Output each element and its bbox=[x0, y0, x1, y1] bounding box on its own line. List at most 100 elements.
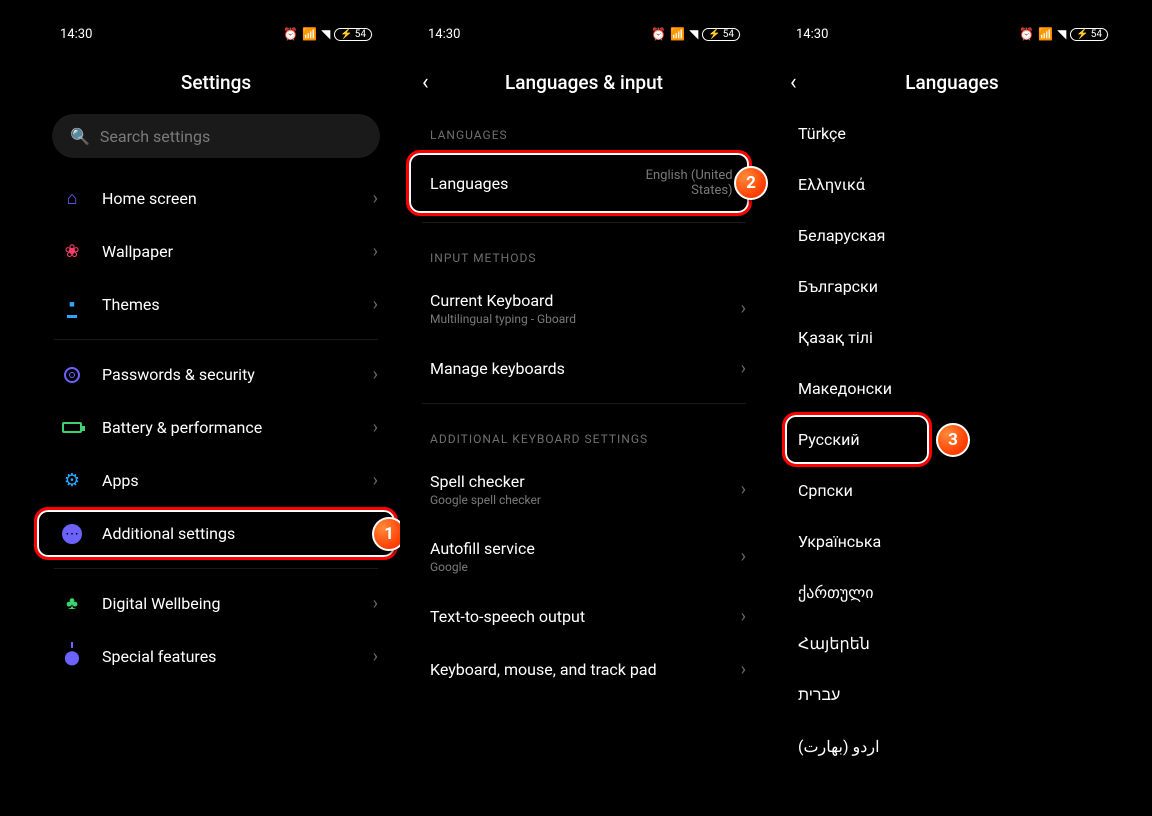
language-item[interactable]: Українська bbox=[776, 516, 1128, 567]
settings-item[interactable]: Wallpaper› bbox=[40, 225, 392, 278]
page-title: Languages bbox=[905, 71, 998, 94]
language-item[interactable]: Қазақ тілі bbox=[776, 312, 1128, 363]
language-item[interactable]: اردو (بھارت) bbox=[776, 721, 1128, 772]
list-item[interactable]: Spell checker Google spell checker› bbox=[408, 456, 760, 523]
language-item[interactable]: עברית bbox=[776, 669, 1128, 721]
item-label: Languages bbox=[430, 174, 613, 193]
wall-icon bbox=[54, 241, 90, 262]
item-sub: Google bbox=[430, 560, 741, 574]
signal-icon: 📶 bbox=[302, 27, 317, 41]
page-title: Settings bbox=[181, 71, 251, 94]
header: Settings bbox=[40, 56, 392, 108]
divider bbox=[422, 222, 746, 223]
callout-badge: 2 bbox=[734, 166, 768, 200]
section-header-languages: LANGUAGES bbox=[408, 108, 760, 152]
divider bbox=[422, 403, 746, 404]
section-header-input: INPUT METHODS bbox=[408, 231, 760, 275]
item-label: Autofill service bbox=[430, 539, 741, 558]
settings-item[interactable]: Home screen› bbox=[40, 172, 392, 225]
status-time: 14:30 bbox=[428, 27, 460, 42]
chevron-right-icon: › bbox=[373, 646, 378, 667]
spec-icon bbox=[54, 646, 90, 667]
chevron-right-icon: › bbox=[373, 241, 378, 262]
settings-item[interactable]: Special features› bbox=[40, 630, 392, 683]
chevron-right-icon: › bbox=[373, 364, 378, 385]
list-item[interactable]: Current KeyboardMultilingual typing - Gb… bbox=[408, 275, 760, 342]
chevron-right-icon: › bbox=[373, 593, 378, 614]
language-item[interactable]: Русский3 bbox=[776, 414, 1128, 465]
status-bar: 14:30 ⏰ 📶 ◥ ⚡54 bbox=[408, 22, 760, 46]
list-item[interactable]: LanguagesEnglish (United States)›2 bbox=[408, 152, 760, 214]
settings-item[interactable]: Battery & performance› bbox=[40, 401, 392, 454]
list-item[interactable]: Autofill service Google› bbox=[408, 523, 760, 590]
list-item[interactable]: Manage keyboards› bbox=[408, 342, 760, 395]
settings-item[interactable]: Themes› bbox=[40, 278, 392, 331]
battery-icon: ⚡54 bbox=[334, 28, 372, 41]
settings-item[interactable]: Apps› bbox=[40, 454, 392, 507]
settings-item[interactable]: Digital Wellbeing› bbox=[40, 577, 392, 630]
item-label: Text-to-speech output bbox=[430, 607, 741, 626]
search-input[interactable]: 🔍 Search settings bbox=[52, 114, 380, 158]
lock-icon bbox=[54, 367, 90, 383]
item-label: Keyboard, mouse, and track pad bbox=[430, 660, 741, 679]
item-label: Battery & performance bbox=[102, 418, 373, 437]
search-placeholder: Search settings bbox=[100, 127, 210, 146]
language-item[interactable]: Српски bbox=[776, 465, 1128, 516]
callout-badge: 3 bbox=[936, 423, 970, 457]
wifi-icon: ◥ bbox=[1057, 27, 1066, 41]
chevron-right-icon: › bbox=[741, 606, 746, 627]
well-icon bbox=[54, 593, 90, 614]
language-item[interactable]: Български bbox=[776, 261, 1128, 312]
divider bbox=[54, 339, 378, 340]
item-label: Spell checker bbox=[430, 472, 741, 491]
item-label: Themes bbox=[102, 295, 373, 314]
search-icon: 🔍 bbox=[70, 127, 90, 146]
theme-icon bbox=[54, 294, 90, 315]
chevron-right-icon: › bbox=[741, 546, 746, 567]
language-item[interactable]: Ελληνικά bbox=[776, 159, 1128, 210]
item-label: Special features bbox=[102, 647, 373, 666]
status-time: 14:30 bbox=[60, 27, 92, 42]
apps-icon bbox=[54, 470, 90, 491]
language-item[interactable]: Հայերեն bbox=[776, 618, 1128, 669]
panel-languages-input: 14:30 ⏰ 📶 ◥ ⚡54 ‹ Languages & input LANG… bbox=[400, 0, 768, 816]
language-item[interactable]: Беларуская bbox=[776, 210, 1128, 261]
settings-item[interactable]: Passwords & security› bbox=[40, 348, 392, 401]
language-item[interactable]: ქართული bbox=[776, 567, 1128, 618]
item-label: Home screen bbox=[102, 189, 373, 208]
item-sub: Multilingual typing - Gboard bbox=[430, 312, 741, 326]
chevron-right-icon: › bbox=[741, 358, 746, 379]
item-label: Manage keyboards bbox=[430, 359, 741, 378]
battery-icon: ⚡54 bbox=[1070, 28, 1108, 41]
alarm-icon: ⏰ bbox=[651, 27, 666, 41]
language-item[interactable]: Македонски bbox=[776, 363, 1128, 414]
alarm-icon: ⏰ bbox=[1019, 27, 1034, 41]
chevron-right-icon: › bbox=[373, 470, 378, 491]
item-label: Additional settings bbox=[102, 524, 373, 543]
chevron-right-icon: › bbox=[373, 294, 378, 315]
signal-icon: 📶 bbox=[670, 27, 685, 41]
status-bar: 14:30 ⏰ 📶 ◥ ⚡54 bbox=[40, 22, 392, 46]
battery-icon: ⚡54 bbox=[702, 28, 740, 41]
language-item[interactable]: Türkçe bbox=[776, 108, 1128, 159]
alarm-icon: ⏰ bbox=[283, 27, 298, 41]
back-icon[interactable]: ‹ bbox=[790, 70, 797, 95]
list-item[interactable]: Keyboard, mouse, and track pad› bbox=[408, 643, 760, 696]
item-value: English (United States) bbox=[613, 168, 733, 198]
chevron-right-icon: › bbox=[741, 479, 746, 500]
item-sub: Google spell checker bbox=[430, 493, 741, 507]
header: ‹ Languages & input bbox=[408, 56, 760, 108]
item-label: Wallpaper bbox=[102, 242, 373, 261]
settings-item[interactable]: Additional settings›1 bbox=[40, 507, 392, 560]
chevron-right-icon: › bbox=[741, 298, 746, 319]
header: ‹ Languages bbox=[776, 56, 1128, 108]
highlight-box bbox=[782, 412, 932, 467]
item-label: Digital Wellbeing bbox=[102, 594, 373, 613]
section-header-additional: ADDITIONAL KEYBOARD SETTINGS bbox=[408, 412, 760, 456]
list-item[interactable]: Text-to-speech output› bbox=[408, 590, 760, 643]
panel-settings: 14:30 ⏰ 📶 ◥ ⚡54 Settings 🔍 Search settin… bbox=[32, 0, 400, 816]
wifi-icon: ◥ bbox=[689, 27, 698, 41]
item-label: Apps bbox=[102, 471, 373, 490]
chevron-right-icon: › bbox=[741, 659, 746, 680]
back-icon[interactable]: ‹ bbox=[422, 70, 429, 95]
